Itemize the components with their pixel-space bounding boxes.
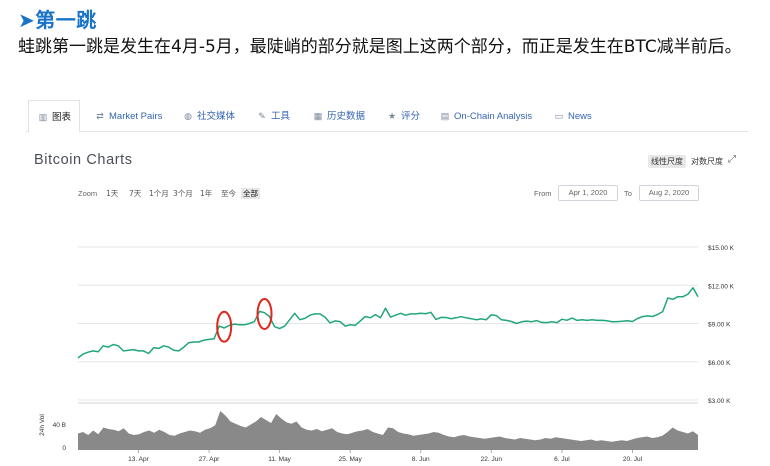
x-tick-label: 25. May [339, 456, 363, 463]
x-tick-label: 22. Jun [481, 456, 503, 463]
x-tick-label: 27. Apr [199, 456, 220, 463]
highlight-circle [256, 297, 273, 330]
y-tick-label: $12.00 K [708, 283, 735, 290]
x-tick-label: 6. Jul [554, 456, 570, 463]
volume-axis-label: 24h Vol [39, 414, 46, 436]
volume-area [78, 411, 698, 450]
volume-tick-label: 0 [62, 445, 66, 452]
price-chart[interactable]: $15.00 K $12.00 K $9.00 K $6.00 K $3.00 K 13… [0, 0, 770, 466]
y-tick-label: $3.00 K [708, 398, 731, 405]
x-tick-label: 13. Apr [128, 456, 149, 463]
y-tick-label: $15.00 K [708, 245, 735, 252]
x-tick-label: 20. Jul [623, 456, 643, 463]
x-tick-label: 11. May [268, 456, 291, 463]
x-tick-label: 8. Jun [412, 456, 430, 463]
y-tick-label: $6.00 K [708, 360, 731, 367]
price-line [77, 287, 699, 359]
y-tick-label: $9.00 K [708, 322, 731, 329]
volume-tick-label: 40 B [53, 422, 66, 429]
